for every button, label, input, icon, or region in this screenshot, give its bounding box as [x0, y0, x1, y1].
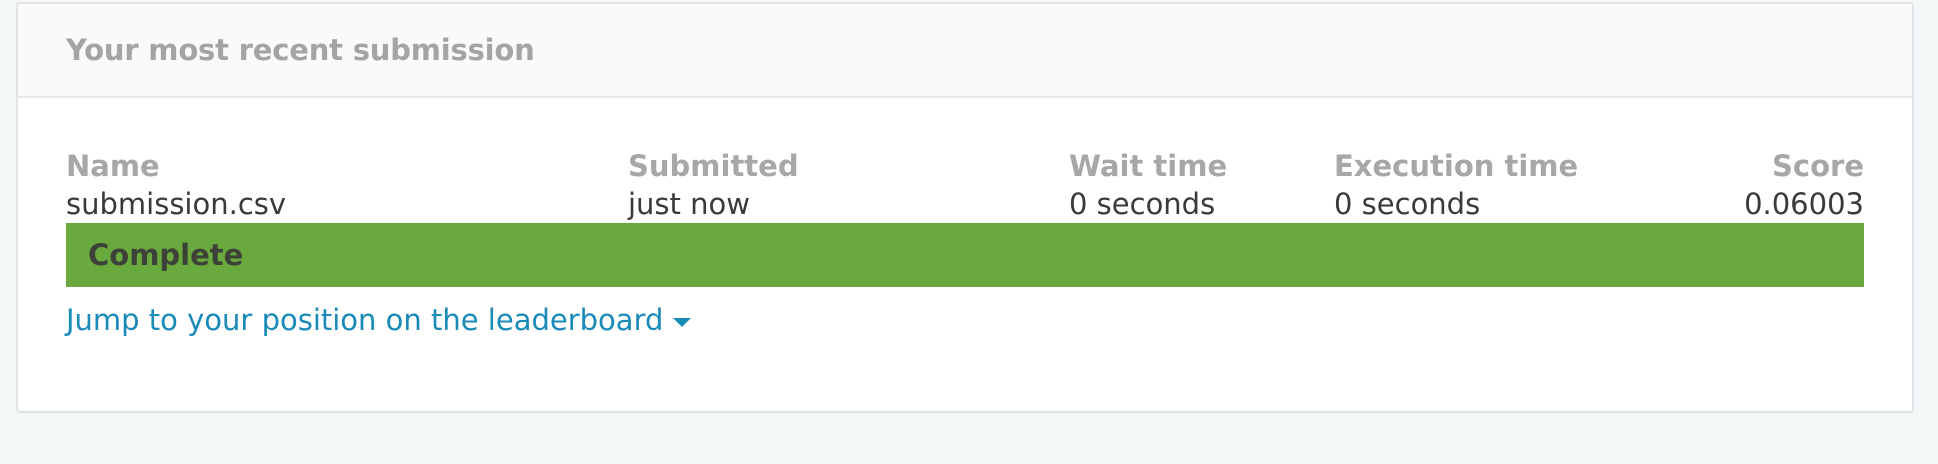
- submitted-column: Submitted just now: [628, 148, 799, 224]
- jump-to-leaderboard-text: Jump to your position on the leaderboard: [66, 303, 664, 337]
- submission-details: Name submission.csv Submitted just now W…: [18, 98, 1912, 223]
- card-body: Complete Jump to your position on the le…: [18, 223, 1912, 337]
- wait-time-label: Wait time: [1069, 149, 1228, 183]
- jump-to-leaderboard-link[interactable]: Jump to your position on the leaderboard: [66, 303, 692, 337]
- submitted-label: Submitted: [628, 149, 799, 183]
- submitted-value: just now: [628, 187, 750, 221]
- wait-time-value: 0 seconds: [1069, 187, 1216, 221]
- execution-time-column: Execution time 0 seconds: [1334, 148, 1578, 224]
- name-value: submission.csv: [66, 187, 287, 221]
- card-header: Your most recent submission: [18, 4, 1912, 98]
- card-title: Your most recent submission: [66, 33, 535, 67]
- submission-card: Your most recent submission Name submiss…: [16, 2, 1914, 413]
- caret-down-icon: [673, 317, 692, 327]
- name-label: Name: [66, 149, 160, 183]
- status-text: Complete: [88, 238, 244, 272]
- status-bar: Complete: [66, 223, 1864, 287]
- score-value: 0.06003: [1744, 187, 1864, 221]
- execution-time-label: Execution time: [1334, 149, 1579, 183]
- name-column: Name submission.csv: [66, 148, 286, 224]
- score-column: Score 0.06003: [1744, 148, 1864, 224]
- score-label: Score: [1772, 149, 1864, 183]
- execution-time-value: 0 seconds: [1334, 187, 1481, 221]
- wait-time-column: Wait time 0 seconds: [1069, 148, 1227, 224]
